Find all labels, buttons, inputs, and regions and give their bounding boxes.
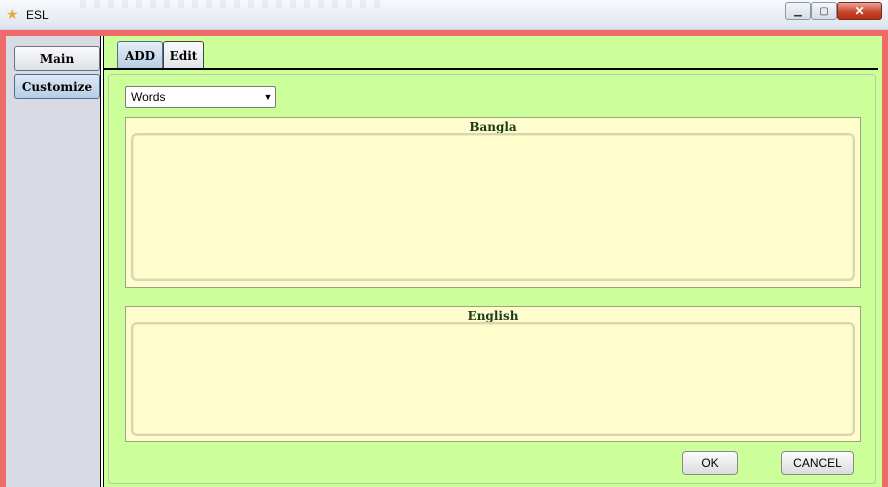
add-panel: Words ▼ Bangla English OK CANCEL [108,74,876,484]
window-title: ESL [26,8,49,22]
ok-button[interactable]: OK [682,451,738,475]
dropdown-arrow-icon[interactable]: ▼ [261,87,275,107]
close-button[interactable]: ✕ [837,2,882,20]
type-select-value: Words [131,90,166,104]
english-group: English [125,306,861,442]
tab-add[interactable]: ADD [117,41,163,69]
sidebar-tab-main[interactable]: Main [14,46,100,71]
title-bar: ★ ESL ▁ ▢ ✕ [0,0,888,30]
main-area: ADD Edit Words ▼ Bangla English OK CANCE… [104,36,882,487]
bangla-group: Bangla [125,117,861,288]
cancel-button[interactable]: CANCEL [781,451,854,475]
sidebar-tab-customize[interactable]: Customize [14,74,100,99]
english-textarea[interactable] [131,322,855,436]
maximize-button[interactable]: ▢ [811,2,837,20]
sidebar: Main Customize [6,36,101,487]
maximize-icon: ▢ [819,5,829,17]
type-select[interactable]: Words ▼ [125,86,276,108]
bangla-title: Bangla [469,120,517,134]
title-bar-shadow [80,0,380,8]
star-icon: ★ [6,6,19,22]
minimize-button[interactable]: ▁ [785,2,811,20]
tab-divider [104,68,878,70]
minimize-icon: ▁ [794,5,802,17]
english-title: English [467,309,519,323]
bangla-textarea[interactable] [131,133,855,281]
tab-edit[interactable]: Edit [163,41,204,69]
close-icon: ✕ [854,4,865,18]
